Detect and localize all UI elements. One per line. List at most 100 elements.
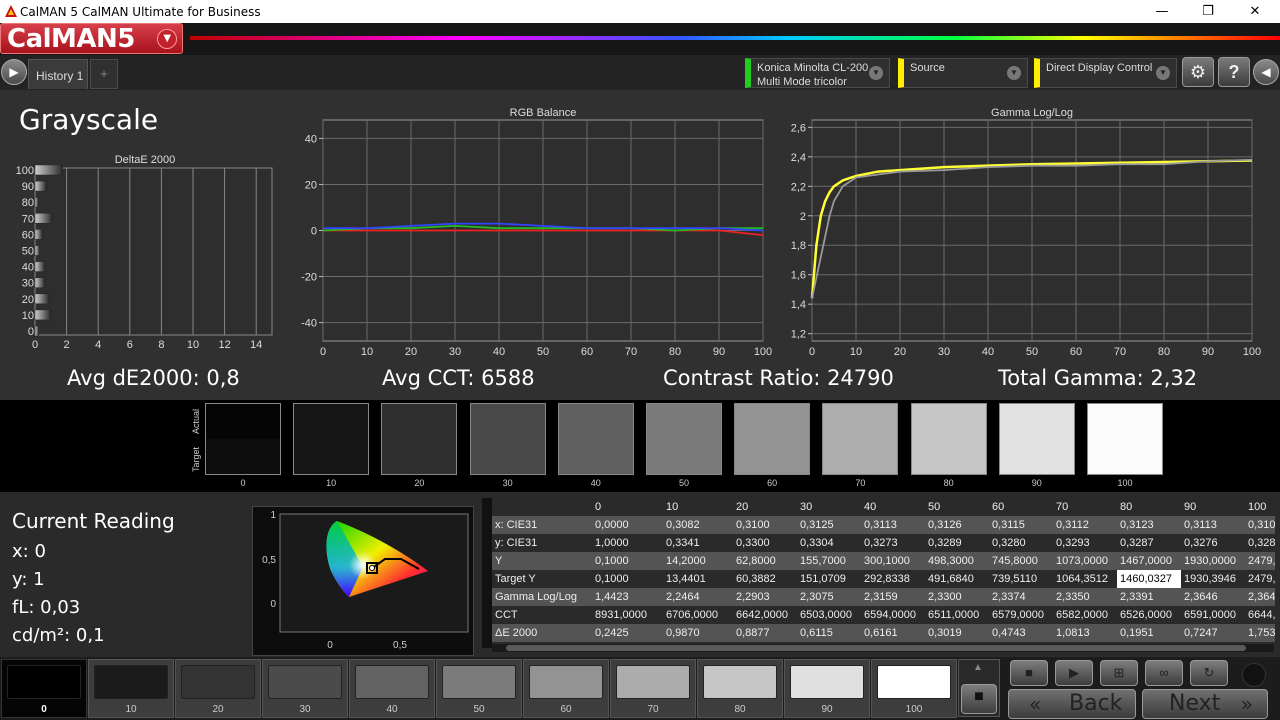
table-cell[interactable]: 0,7247 xyxy=(1181,624,1245,642)
settings-button[interactable]: ⚙ xyxy=(1182,57,1214,87)
table-cell[interactable]: 1064,3512 xyxy=(1053,570,1117,588)
table-cell[interactable]: 0,3082 xyxy=(663,516,733,534)
table-cell[interactable]: 1930,3946 xyxy=(1181,570,1245,588)
up-arrow-icon[interactable]: ▲ xyxy=(973,662,983,673)
meter-dropdown[interactable]: Konica Minolta CL-200 Multi Mode tricolo… xyxy=(745,58,890,88)
minimize-button[interactable]: — xyxy=(1139,0,1185,23)
help-button[interactable]: ? xyxy=(1218,57,1250,87)
table-cell[interactable]: 2,3374 xyxy=(989,588,1053,606)
table-cell[interactable]: 0,310 xyxy=(1245,516,1275,534)
column-header[interactable]: 40 xyxy=(861,498,925,516)
table-cell[interactable]: 0,6161 xyxy=(861,624,925,642)
column-header[interactable]: 20 xyxy=(733,498,797,516)
column-header[interactable]: 100 xyxy=(1245,498,1275,516)
step-button[interactable]: ⊞ xyxy=(1100,660,1138,686)
refresh-button[interactable]: ↻ xyxy=(1190,660,1228,686)
column-header[interactable]: 80 xyxy=(1117,498,1181,516)
table-cell[interactable]: 0,3341 xyxy=(663,534,733,552)
table-cell[interactable]: 14,2000 xyxy=(663,552,733,570)
table-cell[interactable]: 0,6115 xyxy=(797,624,861,642)
table-cell[interactable]: 0,0000 xyxy=(592,516,663,534)
table-cell[interactable]: 2,2903 xyxy=(733,588,797,606)
source-dropdown[interactable]: Source ▼ xyxy=(898,58,1028,88)
patch-button-80[interactable]: 80 xyxy=(697,659,783,718)
table-cell[interactable]: 2,2464 xyxy=(663,588,733,606)
column-header[interactable]: 30 xyxy=(797,498,861,516)
table-cell[interactable]: 745,8000 xyxy=(989,552,1053,570)
close-button[interactable]: ✕ xyxy=(1232,0,1278,23)
table-cell[interactable]: 0,3019 xyxy=(925,624,989,642)
table-cell[interactable]: 6526,0000 xyxy=(1117,606,1181,624)
table-cell[interactable]: 2,3391 xyxy=(1117,588,1181,606)
table-cell[interactable]: 0,3287 xyxy=(1117,534,1181,552)
collapse-panel-button[interactable]: ◀ xyxy=(1253,59,1279,85)
table-cell[interactable]: 151,0709 xyxy=(797,570,861,588)
patch-button-30[interactable]: 30 xyxy=(262,659,348,718)
calman-logo-menu[interactable]: CalMAN5 ▼ xyxy=(0,23,183,54)
stop-measure-button[interactable]: ■ xyxy=(961,684,997,714)
table-cell[interactable]: 498,3000 xyxy=(925,552,989,570)
table-cell[interactable]: 0,1951 xyxy=(1117,624,1181,642)
table-cell[interactable]: 2,364 xyxy=(1245,588,1275,606)
patch-button-40[interactable]: 40 xyxy=(349,659,435,718)
table-cell[interactable]: 2479, xyxy=(1245,552,1275,570)
table-cell[interactable]: 0,3273 xyxy=(861,534,925,552)
patch-button-70[interactable]: 70 xyxy=(610,659,696,718)
column-header[interactable]: 0 xyxy=(592,498,663,516)
table-cell[interactable]: 6706,0000 xyxy=(663,606,733,624)
table-cell[interactable]: 6511,0000 xyxy=(925,606,989,624)
table-cell[interactable]: 1930,0000 xyxy=(1181,552,1245,570)
table-cell[interactable]: 491,6840 xyxy=(925,570,989,588)
table-cell[interactable]: 60,3882 xyxy=(733,570,797,588)
table-cell[interactable]: 0,3300 xyxy=(733,534,797,552)
scrollbar-thumb[interactable] xyxy=(506,645,1246,651)
loop-button[interactable]: ∞ xyxy=(1145,660,1183,686)
table-cell[interactable]: 0,3289 xyxy=(925,534,989,552)
table-cell[interactable]: 0,3123 xyxy=(1117,516,1181,534)
table-cell[interactable]: 6594,0000 xyxy=(861,606,925,624)
table-cell[interactable]: 0,328 xyxy=(1245,534,1275,552)
table-horizontal-scrollbar[interactable] xyxy=(492,644,1274,652)
table-cell[interactable]: 0,3280 xyxy=(989,534,1053,552)
table-cell[interactable]: 6582,0000 xyxy=(1053,606,1117,624)
patch-button-100[interactable]: 100 xyxy=(871,659,957,718)
table-cell[interactable]: 13,4401 xyxy=(663,570,733,588)
table-cell[interactable]: 6644, xyxy=(1245,606,1275,624)
column-header[interactable]: 90 xyxy=(1181,498,1245,516)
table-cell[interactable]: 1073,0000 xyxy=(1053,552,1117,570)
table-cell[interactable]: 6591,0000 xyxy=(1181,606,1245,624)
table-cell[interactable]: 1,4423 xyxy=(592,588,663,606)
table-cell[interactable]: 0,3113 xyxy=(861,516,925,534)
patch-button-10[interactable]: 10 xyxy=(88,659,174,718)
table-cell[interactable]: 0,4743 xyxy=(989,624,1053,642)
patch-button-60[interactable]: 60 xyxy=(523,659,609,718)
table-cell[interactable]: 0,3276 xyxy=(1181,534,1245,552)
table-cell[interactable]: 6642,0000 xyxy=(733,606,797,624)
column-header[interactable]: 70 xyxy=(1053,498,1117,516)
table-cell[interactable]: 2,3350 xyxy=(1053,588,1117,606)
table-cell[interactable]: 8931,0000 xyxy=(592,606,663,624)
patch-button-0[interactable]: 0 xyxy=(1,659,87,718)
table-cell[interactable]: 2,3159 xyxy=(861,588,925,606)
table-cell[interactable]: 300,1000 xyxy=(861,552,925,570)
table-cell[interactable]: 2479, xyxy=(1245,570,1275,588)
display-control-dropdown[interactable]: Direct Display Control ▼ xyxy=(1034,58,1177,88)
table-cell[interactable]: 0,1000 xyxy=(592,552,663,570)
table-cell[interactable]: 0,3115 xyxy=(989,516,1053,534)
table-cell[interactable]: 2,3646 xyxy=(1181,588,1245,606)
maximize-button[interactable]: ❐ xyxy=(1185,0,1231,23)
table-cell[interactable]: 0,3293 xyxy=(1053,534,1117,552)
stop-button[interactable]: ■ xyxy=(1010,660,1048,686)
table-cell[interactable]: 1,0000 xyxy=(592,534,663,552)
play-button[interactable]: ▶ xyxy=(1055,660,1093,686)
column-header[interactable]: 60 xyxy=(989,498,1053,516)
table-cell[interactable]: 292,8338 xyxy=(861,570,925,588)
table-cell[interactable]: 0,3113 xyxy=(1181,516,1245,534)
patch-button-90[interactable]: 90 xyxy=(784,659,870,718)
table-cell[interactable]: 0,8877 xyxy=(733,624,797,642)
table-cell[interactable]: 1,0813 xyxy=(1053,624,1117,642)
tab-history-1[interactable]: History 1 xyxy=(28,59,88,89)
add-tab-button[interactable]: + xyxy=(90,59,118,89)
play-workflow-button[interactable]: ▶ xyxy=(1,59,27,85)
back-button[interactable]: « Back xyxy=(1008,689,1136,719)
